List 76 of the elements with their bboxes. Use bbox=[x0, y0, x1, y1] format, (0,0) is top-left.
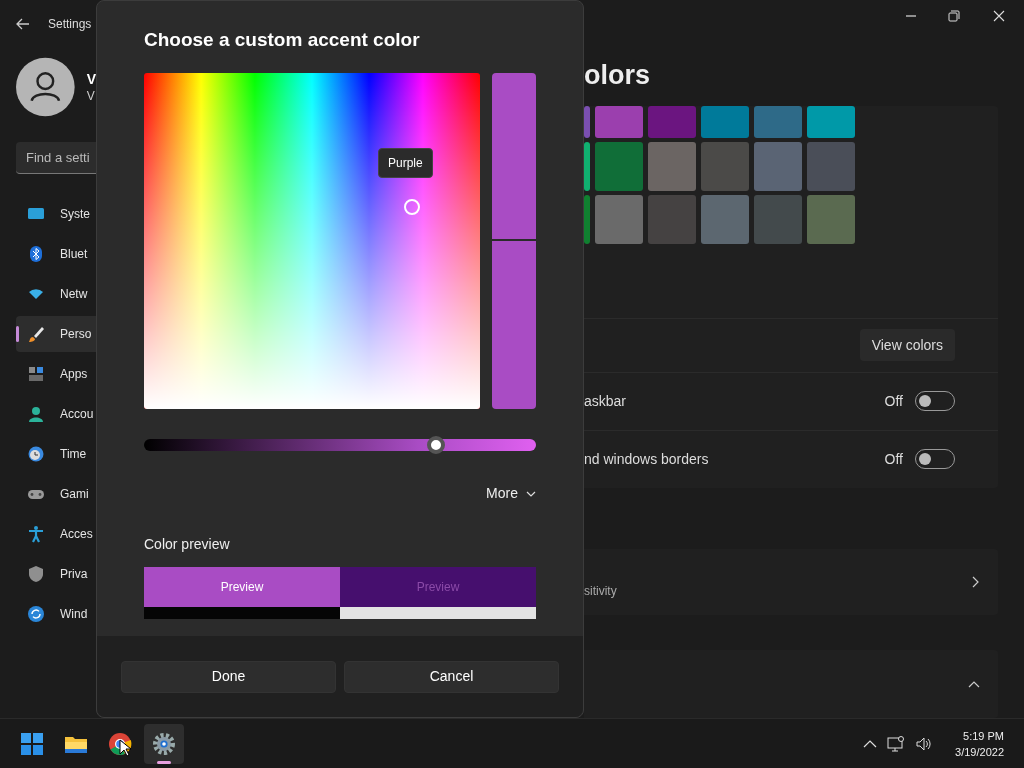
section-label: Color preview bbox=[144, 535, 231, 554]
sidebar-item[interactable]: Gami bbox=[16, 476, 96, 512]
brush-icon bbox=[27, 325, 45, 343]
color-swatch[interactable] bbox=[754, 141, 802, 191]
selection-indicator bbox=[16, 326, 19, 342]
toggle-state: Off bbox=[884, 449, 903, 469]
search-field[interactable]: Find a setti bbox=[16, 142, 96, 174]
color-swatch[interactable] bbox=[754, 105, 802, 138]
color-swatch[interactable] bbox=[648, 194, 696, 244]
color-swatch[interactable] bbox=[701, 141, 749, 191]
active-indicator bbox=[157, 760, 171, 764]
color-swatch[interactable] bbox=[701, 105, 749, 138]
user-email: V bbox=[86, 88, 96, 104]
volume-icon bbox=[915, 735, 934, 752]
setting-label: askbar bbox=[584, 391, 627, 411]
sidebar-item[interactable]: Netw bbox=[16, 276, 96, 312]
tooltip: Purple bbox=[378, 148, 433, 178]
window-title: Settings bbox=[48, 16, 92, 33]
page-title: olors bbox=[584, 58, 651, 92]
sidebar-item[interactable]: Accou bbox=[16, 396, 96, 432]
mouse-cursor-icon bbox=[119, 739, 131, 757]
color-swatch[interactable] bbox=[701, 194, 749, 244]
sidebar-item[interactable]: Apps bbox=[16, 356, 96, 392]
gear-icon bbox=[152, 731, 176, 756]
taskbar-button[interactable] bbox=[144, 723, 184, 764]
user-name: V bbox=[86, 70, 96, 88]
more-button[interactable]: More bbox=[486, 483, 536, 504]
sidebar-item[interactable]: Time bbox=[16, 436, 96, 472]
chevron-down-icon bbox=[526, 490, 536, 497]
color-swatch[interactable] bbox=[584, 194, 590, 244]
preview-sample: Preview bbox=[144, 567, 340, 607]
chevron-up-icon bbox=[863, 738, 878, 749]
network-icon bbox=[887, 735, 906, 752]
apps-icon bbox=[27, 365, 45, 383]
settings-link-card[interactable]: sitivity bbox=[584, 548, 998, 616]
color-swatch[interactable] bbox=[595, 194, 643, 244]
color-swatch[interactable] bbox=[595, 141, 643, 191]
chevron-right-icon bbox=[972, 576, 980, 589]
back-icon bbox=[16, 18, 30, 30]
accessibility-icon bbox=[27, 525, 45, 543]
color-swatch[interactable] bbox=[754, 194, 802, 244]
view-colors-button[interactable]: View colors bbox=[859, 329, 955, 362]
color-swatch[interactable] bbox=[807, 141, 855, 191]
color-picker-handle[interactable] bbox=[404, 199, 420, 215]
preview-sample: Preview bbox=[340, 567, 536, 607]
clock-icon bbox=[27, 445, 45, 463]
slider-thumb[interactable] bbox=[427, 436, 446, 454]
color-swatch[interactable] bbox=[584, 105, 590, 138]
dialog-button[interactable]: Done bbox=[121, 660, 336, 693]
color-swatch[interactable] bbox=[595, 105, 643, 138]
dialog-title: Choose a custom accent color bbox=[144, 28, 421, 52]
dialog-button[interactable]: Cancel bbox=[344, 660, 559, 693]
color-swatch[interactable] bbox=[648, 105, 696, 138]
setting-label: nd windows borders bbox=[584, 449, 709, 469]
sidebar-item[interactable]: Syste bbox=[16, 196, 96, 232]
color-swatch[interactable] bbox=[584, 141, 590, 191]
sidebar-item[interactable]: Bluet bbox=[16, 236, 96, 272]
windows-logo-icon bbox=[20, 731, 44, 756]
refresh-icon bbox=[27, 605, 45, 623]
bluetooth-icon bbox=[27, 245, 45, 263]
sidebar-item[interactable]: Perso bbox=[16, 316, 96, 352]
restore-icon bbox=[946, 7, 962, 24]
sidebar-item[interactable]: Acces bbox=[16, 516, 96, 552]
clock[interactable]: 5:19 PM 3/19/2022 bbox=[955, 727, 1012, 760]
color-swatch[interactable] bbox=[807, 194, 855, 244]
sidebar-item[interactable]: Priva bbox=[16, 556, 96, 592]
chevron-up-icon bbox=[968, 680, 980, 689]
color-swatch[interactable] bbox=[648, 141, 696, 191]
color-swatch[interactable] bbox=[807, 105, 855, 138]
toggle-state: Off bbox=[884, 391, 903, 411]
minimize-icon bbox=[905, 14, 917, 17]
avatar-icon bbox=[16, 57, 75, 117]
sidebar-item[interactable]: Wind bbox=[16, 596, 96, 632]
shield-icon bbox=[27, 565, 45, 583]
person-icon bbox=[27, 405, 45, 423]
brightness-slider[interactable] bbox=[144, 439, 536, 451]
